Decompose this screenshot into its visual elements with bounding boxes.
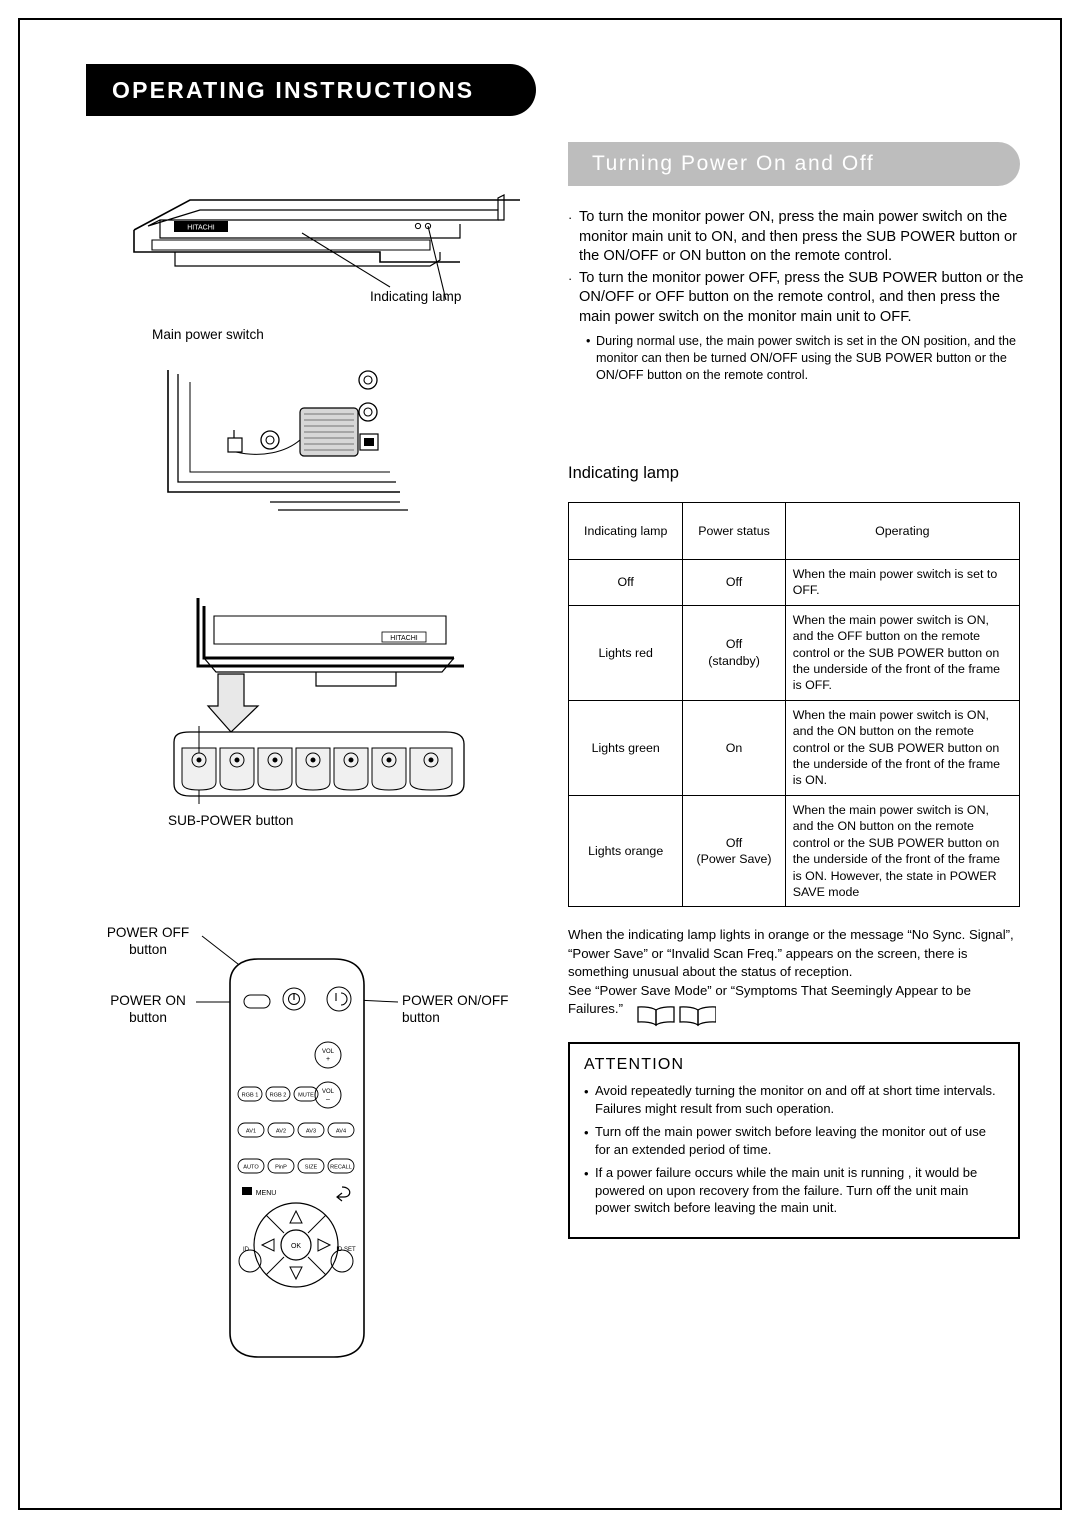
intro-text-block: · To turn the monitor power ON, press th…	[568, 208, 1024, 384]
table-cell-operating: When the main power switch is set to OFF…	[784, 559, 1021, 606]
table-row: Lights red Off (standby) When the main p…	[567, 604, 1021, 701]
svg-text:+: +	[326, 1056, 330, 1063]
table-header-cell: Indicating lamp	[567, 502, 684, 560]
attention-bullet-text: Turn off the main power switch before le…	[595, 1124, 986, 1157]
svg-text:ID SET: ID SET	[336, 1247, 356, 1253]
attention-bullet-text: Avoid repeatedly turning the monitor on …	[595, 1083, 996, 1116]
table-header-row: Indicating lamp Power status Operating	[567, 502, 1021, 560]
table-header-cell: Power status	[682, 502, 786, 560]
power-onoff-button-label: POWER ON/OFF button	[402, 993, 509, 1025]
indicating-lamp-leader-line	[301, 232, 391, 288]
power-off-button-label: POWER OFF button	[106, 925, 190, 957]
table-header-cell: Operating	[784, 502, 1021, 560]
table-cell-status: Off	[682, 559, 786, 606]
bullet-dot-icon: •	[584, 1125, 589, 1140]
intro-bullet-text: To turn the monitor power ON, press the …	[579, 209, 1018, 265]
svg-text:RGB 1: RGB 1	[242, 1093, 259, 1099]
table-cell-lamp: Off	[567, 559, 684, 606]
book-reference-icon	[637, 1006, 716, 1027]
sub-power-button-detail	[173, 726, 465, 804]
table-cell-operating: When the main power switch is ON, and th…	[784, 604, 1021, 701]
section-title-bar: Turning Power On and Off	[568, 142, 1020, 186]
intro-note: • During normal use, the main power swit…	[586, 333, 1024, 385]
table-row: Lights orange Off (Power Save) When the …	[567, 794, 1021, 908]
bullet-dot-icon: •	[584, 1084, 589, 1099]
svg-text:MENU: MENU	[256, 1190, 277, 1197]
svg-text:AV1: AV1	[246, 1129, 256, 1135]
svg-text:–: –	[326, 1096, 330, 1103]
table-cell-status: Off (Power Save)	[682, 794, 786, 908]
monitor-rear-panel-illustration	[167, 370, 408, 511]
svg-text:AUTO: AUTO	[243, 1165, 259, 1171]
attention-bullet: • Avoid repeatedly turning the monitor o…	[584, 1082, 1004, 1117]
indicating-lamp-callout-label: Indicating lamp	[370, 289, 462, 304]
power-on-button-label: POWER ON button	[110, 993, 186, 1025]
svg-text:VOL: VOL	[322, 1089, 335, 1095]
intro-note-text: During normal use, the main power switch…	[596, 333, 1016, 382]
page-header-tab: OPERATING INSTRUCTIONS	[86, 64, 536, 116]
intro-bullet: · To turn the monitor power ON, press th…	[568, 208, 1024, 267]
svg-text:RGB 2: RGB 2	[270, 1093, 287, 1099]
table-cell-operating: When the main power switch is ON, and th…	[784, 699, 1021, 796]
svg-text:ID: ID	[243, 1247, 250, 1253]
attention-bullet: • If a power failure occurs while the ma…	[584, 1164, 1004, 1217]
table-cell-lamp: Lights orange	[567, 794, 684, 908]
svg-text:AV4: AV4	[336, 1129, 346, 1135]
remote-control-illustration: VOL + VOL – RGB 1 RGB 2 MUTE AV1 AV2 AV3…	[229, 958, 365, 1358]
table-cell-lamp: Lights red	[567, 604, 684, 701]
svg-text:HITACHI: HITACHI	[187, 225, 215, 232]
svg-text:SIZE: SIZE	[305, 1165, 318, 1171]
svg-text:AV3: AV3	[306, 1129, 316, 1135]
svg-text:MUTE: MUTE	[298, 1093, 314, 1099]
svg-text:HITACHI: HITACHI	[390, 635, 418, 642]
intro-bullet-text: To turn the monitor power OFF, press the…	[579, 269, 1024, 325]
table-cell-operating: When the main power switch is ON, and th…	[784, 794, 1021, 908]
svg-text:AV2: AV2	[276, 1129, 286, 1135]
table-cell-lamp: Lights green	[567, 699, 684, 796]
main-power-switch-label: Main power switch	[152, 327, 264, 342]
indicating-lamp-table: Indicating lamp Power status Operating O…	[567, 502, 1021, 908]
attention-bullet: • Turn off the main power switch before …	[584, 1123, 1004, 1158]
attention-box: ATTENTION • Avoid repeatedly turning the…	[568, 1042, 1020, 1239]
page-title: OPERATING INSTRUCTIONS	[112, 76, 475, 103]
bullet-dot-icon: ·	[568, 270, 573, 286]
sub-power-button-label: SUB-POWER button	[168, 813, 294, 828]
svg-text:RECALL: RECALL	[330, 1165, 352, 1171]
section-title: Turning Power On and Off	[592, 152, 875, 175]
intro-bullet: · To turn the monitor power OFF, press t…	[568, 269, 1024, 328]
table-cell-status: Off (standby)	[682, 604, 786, 701]
attention-bullet-text: If a power failure occurs while the main…	[595, 1165, 978, 1215]
svg-text:VOL: VOL	[322, 1049, 335, 1055]
table-row: Off Off When the main power switch is se…	[567, 559, 1021, 606]
attention-title: ATTENTION	[584, 1056, 685, 1073]
down-arrow-icon	[206, 673, 260, 733]
svg-text:PinP: PinP	[275, 1165, 287, 1171]
svg-text:OK: OK	[291, 1243, 301, 1250]
bullet-dot-icon: •	[586, 333, 591, 348]
bullet-dot-icon: •	[584, 1166, 589, 1181]
indicating-lamp-heading: Indicating lamp	[568, 464, 679, 482]
table-row: Lights green On When the main power swit…	[567, 699, 1021, 796]
bullet-dot-icon: ·	[568, 210, 573, 225]
table-cell-status: On	[682, 699, 786, 796]
